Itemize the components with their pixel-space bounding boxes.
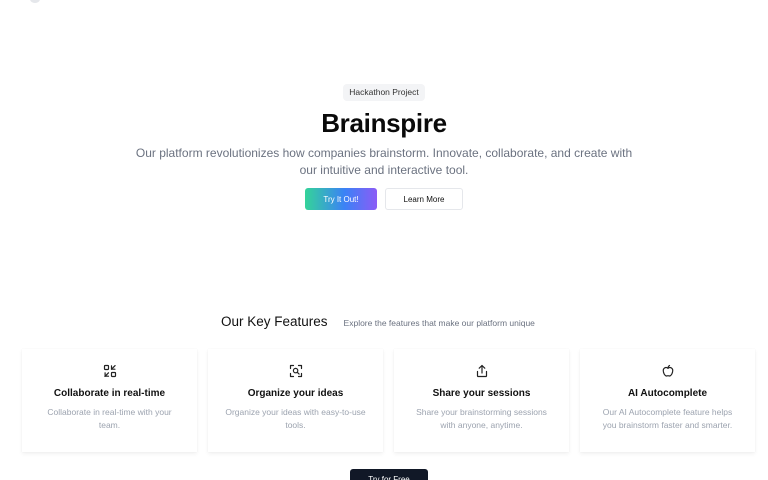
- corner-logo-fragment: [30, 0, 40, 3]
- organize-icon: [289, 364, 303, 378]
- hero-section: Hackathon Project Brainspire Our platfor…: [0, 82, 768, 210]
- feature-card-collaborate: Collaborate in real-time Collaborate in …: [22, 349, 197, 452]
- try-it-out-button[interactable]: Try It Out!: [305, 188, 377, 210]
- collaborate-icon: [103, 364, 117, 378]
- landing-page: Hackathon Project Brainspire Our platfor…: [0, 0, 768, 480]
- features-header: Our Key Features Explore the features th…: [221, 314, 535, 329]
- feature-card-title: AI Autocomplete: [627, 388, 708, 399]
- hero-title: Brainspire: [321, 108, 447, 138]
- try-for-free-button[interactable]: Try for Free: [350, 469, 428, 480]
- features-title: Our Key Features: [221, 314, 328, 329]
- hero-badge: Hackathon Project: [343, 84, 425, 101]
- feature-cards: Collaborate in real-time Collaborate in …: [22, 349, 755, 452]
- feature-card-ai-autocomplete: AI Autocomplete Our AI Autocomplete feat…: [580, 349, 755, 452]
- feature-card-description: Organize your ideas with easy-to-use too…: [225, 407, 366, 430]
- feature-card-title: Organize your ideas: [247, 388, 344, 399]
- learn-more-button[interactable]: Learn More: [385, 188, 463, 210]
- hero-description: Our platform revolutionizes how companie…: [135, 146, 633, 177]
- feature-card-description: Our AI Autocomplete feature helps you br…: [602, 407, 733, 430]
- feature-card-description: Share your brainstorming sessions with a…: [416, 407, 547, 430]
- features-subtitle: Explore the features that make our platf…: [343, 318, 535, 328]
- feature-card-organize: Organize your ideas Organize your ideas …: [208, 349, 383, 452]
- share-icon: [475, 364, 489, 378]
- feature-card-title: Share your sessions: [432, 388, 531, 399]
- hero-actions: Try It Out! Learn More: [0, 188, 768, 210]
- feature-card-title: Collaborate in real-time: [53, 388, 166, 399]
- apple-icon: [661, 364, 675, 378]
- feature-card-description: Collaborate in real-time with your team.: [47, 407, 172, 430]
- feature-card-share: Share your sessions Share your brainstor…: [394, 349, 569, 452]
